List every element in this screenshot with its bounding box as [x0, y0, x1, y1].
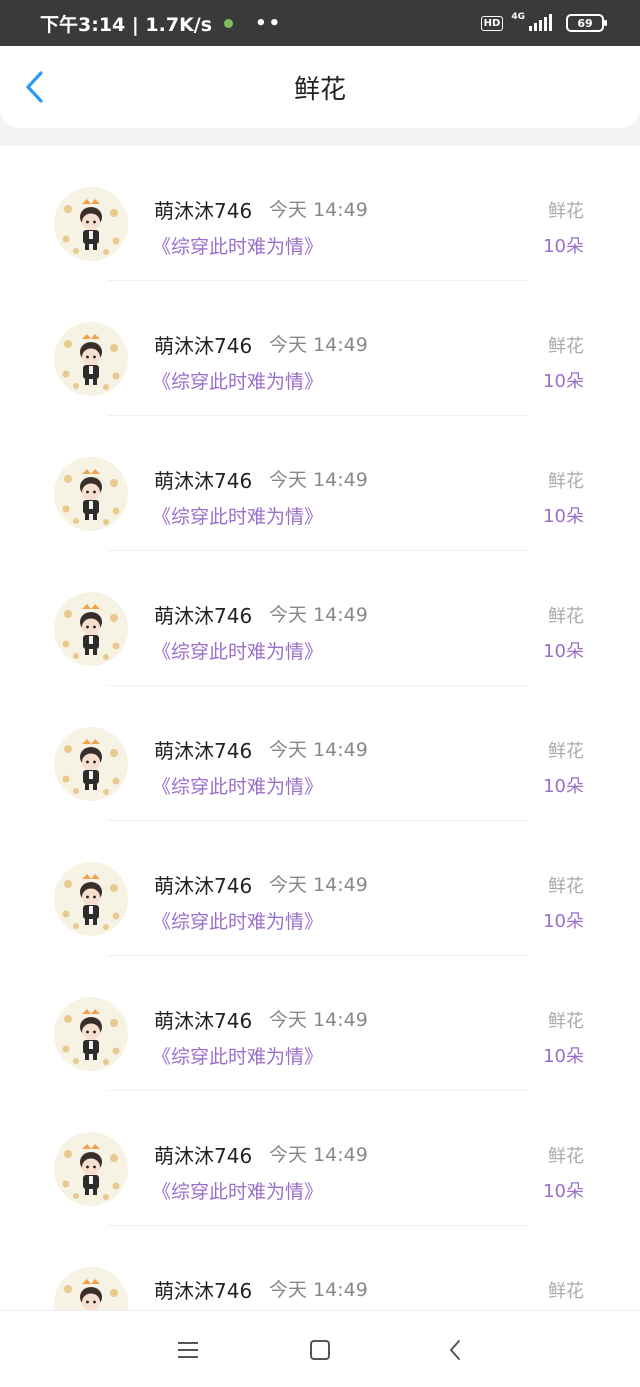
- timestamp: 今天 14:49: [269, 739, 368, 761]
- battery-level: 69: [577, 16, 593, 30]
- timestamp: 今天 14:49: [269, 469, 368, 491]
- list-item[interactable]: 萌沐沐746 今天 14:49 鲜花: [0, 1226, 640, 1310]
- gift-type: 鲜花: [548, 336, 584, 357]
- network-type: 4G: [511, 12, 525, 22]
- menu-button[interactable]: [168, 1331, 208, 1369]
- gift-count: 10朵: [543, 506, 584, 527]
- username[interactable]: 萌沐沐746: [154, 1275, 252, 1304]
- list-item[interactable]: 萌沐沐746 今天 14:49 《综穿此时难为情》 鲜花 10朵: [0, 416, 640, 551]
- gift-type: 鲜花: [548, 741, 584, 762]
- back-icon: [450, 1340, 460, 1360]
- avatar[interactable]: [54, 997, 128, 1071]
- app-notification-icon: [224, 18, 234, 28]
- header: 鲜花: [0, 46, 640, 128]
- gift-count: 10朵: [543, 911, 584, 932]
- username[interactable]: 萌沐沐746: [154, 600, 252, 629]
- username[interactable]: 萌沐沐746: [154, 330, 252, 359]
- list-item[interactable]: 萌沐沐746 今天 14:49 《综穿此时难为情》 鲜花 10朵: [0, 686, 640, 821]
- username[interactable]: 萌沐沐746: [154, 465, 252, 494]
- gift-type: 鲜花: [548, 876, 584, 897]
- avatar[interactable]: [54, 187, 128, 261]
- book-title[interactable]: 《综穿此时难为情》: [152, 907, 323, 934]
- avatar[interactable]: [54, 1132, 128, 1206]
- list-item[interactable]: 萌沐沐746 今天 14:49 《综穿此时难为情》 鲜花 10朵: [0, 146, 640, 281]
- gift-count: 10朵: [543, 1181, 584, 1202]
- username[interactable]: 萌沐沐746: [154, 1005, 252, 1034]
- timestamp: 今天 14:49: [269, 199, 368, 221]
- book-title[interactable]: 《综穿此时难为情》: [152, 502, 323, 529]
- timestamp: 今天 14:49: [269, 1279, 368, 1301]
- book-title[interactable]: 《综穿此时难为情》: [152, 1042, 323, 1069]
- avatar[interactable]: [54, 457, 128, 531]
- book-title[interactable]: 《综穿此时难为情》: [152, 232, 323, 259]
- timestamp: 今天 14:49: [269, 1144, 368, 1166]
- chevron-left-icon: [26, 71, 43, 103]
- battery-icon: 69: [566, 14, 607, 32]
- gift-count: 10朵: [543, 776, 584, 797]
- gift-type: 鲜花: [548, 201, 584, 222]
- username[interactable]: 萌沐沐746: [154, 1140, 252, 1169]
- avatar[interactable]: [54, 727, 128, 801]
- gift-count: 10朵: [543, 236, 584, 257]
- book-title[interactable]: 《综穿此时难为情》: [152, 367, 323, 394]
- page-title: 鲜花: [293, 74, 346, 105]
- gift-type: 鲜花: [548, 1281, 584, 1302]
- avatar[interactable]: [54, 862, 128, 936]
- username[interactable]: 萌沐沐746: [154, 870, 252, 899]
- list-item[interactable]: 萌沐沐746 今天 14:49 《综穿此时难为情》 鲜花 10朵: [0, 821, 640, 956]
- gift-type: 鲜花: [548, 1146, 584, 1167]
- list-item[interactable]: 萌沐沐746 今天 14:49 《综穿此时难为情》 鲜花 10朵: [0, 551, 640, 686]
- gift-type: 鲜花: [548, 471, 584, 492]
- username[interactable]: 萌沐沐746: [154, 195, 252, 224]
- status-time-speed: 下午3:14 | 1.7K/s: [40, 13, 213, 36]
- timestamp: 今天 14:49: [269, 334, 368, 356]
- home-icon: [310, 1340, 330, 1360]
- signal-icon: [529, 14, 552, 31]
- book-title[interactable]: 《综穿此时难为情》: [152, 1177, 323, 1204]
- avatar[interactable]: [54, 322, 128, 396]
- list-item[interactable]: 萌沐沐746 今天 14:49 《综穿此时难为情》 鲜花 10朵: [0, 1091, 640, 1226]
- system-back-button[interactable]: [435, 1331, 475, 1369]
- timestamp: 今天 14:49: [269, 874, 368, 896]
- timestamp: 今天 14:49: [269, 1009, 368, 1031]
- list-item[interactable]: 萌沐沐746 今天 14:49 《综穿此时难为情》 鲜花 10朵: [0, 956, 640, 1091]
- flower-record-list: 萌沐沐746 今天 14:49 《综穿此时难为情》 鲜花 10朵 萌沐沐746 …: [0, 146, 640, 1310]
- gift-count: 10朵: [543, 641, 584, 662]
- status-bar: 下午3:14 | 1.7K/s •• HD 4G 69: [0, 0, 640, 46]
- username[interactable]: 萌沐沐746: [154, 735, 252, 764]
- menu-icon: [178, 1342, 198, 1358]
- home-button[interactable]: [300, 1331, 340, 1369]
- gift-type: 鲜花: [548, 1011, 584, 1032]
- timestamp: 今天 14:49: [269, 604, 368, 626]
- gift-count: 10朵: [543, 371, 584, 392]
- avatar[interactable]: [54, 1267, 128, 1310]
- navigation-bar: [0, 1310, 640, 1387]
- hd-icon: HD: [480, 15, 504, 31]
- gift-count: 10朵: [543, 1046, 584, 1067]
- more-notifications-icon: ••: [255, 12, 283, 34]
- list-item[interactable]: 萌沐沐746 今天 14:49 《综穿此时难为情》 鲜花 10朵: [0, 281, 640, 416]
- book-title[interactable]: 《综穿此时难为情》: [152, 637, 323, 664]
- avatar[interactable]: [54, 592, 128, 666]
- gift-type: 鲜花: [548, 606, 584, 627]
- back-button[interactable]: [14, 62, 54, 112]
- book-title[interactable]: 《综穿此时难为情》: [152, 772, 323, 799]
